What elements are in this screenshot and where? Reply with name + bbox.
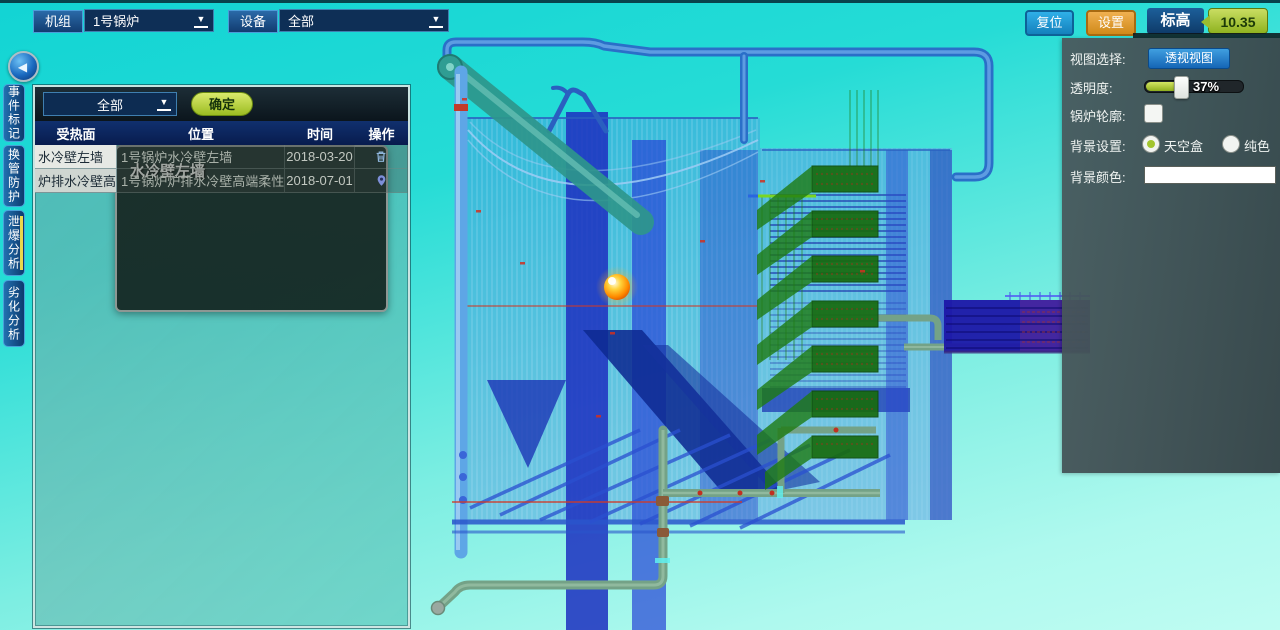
bg-color-swatch[interactable]: [1144, 166, 1276, 184]
opacity-value: 37%: [1193, 79, 1219, 94]
view-select-label: 视图选择:: [1070, 49, 1126, 68]
row-surface: 炉排水冷壁高端柔性管: [35, 169, 117, 193]
col-header-action: 操作: [355, 121, 408, 145]
opacity-label: 透明度:: [1070, 78, 1113, 97]
row-position: 1号锅炉炉排水冷壁高端柔性管: [117, 169, 285, 193]
filter-select[interactable]: 全部 ▼: [43, 92, 177, 116]
reset-button[interactable]: 复位: [1025, 10, 1074, 36]
boiler-body: [463, 112, 952, 630]
chevron-down-icon[interactable]: ▼: [157, 97, 171, 111]
opacity-slider-handle[interactable]: [1174, 76, 1189, 99]
bg-radio-0[interactable]: [1142, 135, 1160, 153]
event-list-panel: 全部 ▼ 确定 水冷壁左墙 受热面 位置 时间 操作 水冷壁左墙 1号锅炉水冷壁…: [33, 85, 410, 628]
col-header-surface: 受热面: [35, 121, 117, 145]
elevation-value: 10.35: [1208, 8, 1268, 34]
sidebar-tab-0[interactable]: 事件标记: [3, 84, 25, 142]
view-settings-panel: 视图选择: 透视视图 透明度: 37% 锅炉轮廓: 背景设置: 天空盒 纯色 背…: [1062, 38, 1280, 473]
settings-button[interactable]: 设置: [1086, 10, 1136, 36]
back-arrow-icon: ◀: [18, 61, 27, 73]
filter-select-value: 全部: [97, 95, 123, 114]
chevron-down-icon[interactable]: ▼: [194, 14, 208, 28]
top-edge-strip: [0, 0, 1280, 3]
unit-select[interactable]: 1号锅炉 ▼: [84, 9, 214, 32]
bg-radio-1-label[interactable]: 纯色: [1244, 136, 1270, 155]
perspective-view-button[interactable]: 透视视图: [1148, 48, 1230, 69]
row-date: 2018-07-01: [285, 169, 355, 193]
sidebar-tab-2[interactable]: 泄爆分析: [3, 210, 25, 276]
elevation-label: 标高: [1147, 8, 1204, 34]
unit-select-value: 1号锅炉: [93, 11, 139, 30]
locate-icon[interactable]: [355, 169, 408, 193]
outline-label: 锅炉轮廓:: [1070, 106, 1126, 125]
row-date: 2018-03-20: [285, 145, 355, 169]
table-row[interactable]: 炉排水冷壁高端柔性管 1号锅炉炉排水冷壁高端柔性管 2018-07-01: [35, 169, 408, 193]
confirm-button[interactable]: 确定: [191, 92, 253, 116]
row-position: 1号锅炉水冷壁左墙: [117, 145, 285, 169]
bg-radio-0-label[interactable]: 天空盒: [1164, 136, 1203, 155]
delete-icon[interactable]: [355, 145, 408, 169]
sidebar-tab-3[interactable]: 劣化分析: [3, 280, 25, 347]
background-label: 背景设置:: [1070, 136, 1126, 155]
chevron-down-icon[interactable]: ▼: [429, 14, 443, 28]
unit-label: 机组: [33, 10, 83, 33]
bg-color-label: 背景颜色:: [1070, 167, 1126, 186]
device-select-value: 全部: [288, 11, 314, 30]
device-select[interactable]: 全部 ▼: [279, 9, 449, 32]
sidebar-tab-1[interactable]: 换管防护: [3, 145, 25, 207]
table-row[interactable]: 水冷壁左墙 1号锅炉水冷壁左墙 2018-03-20: [35, 145, 408, 169]
opacity-slider[interactable]: 37%: [1144, 80, 1244, 93]
row-surface: 水冷壁左墙: [35, 145, 117, 169]
panel-header: 全部 ▼ 确定: [35, 87, 408, 122]
event-marker[interactable]: [596, 266, 638, 308]
back-button[interactable]: ◀: [8, 51, 39, 82]
device-label: 设备: [228, 10, 278, 33]
bg-radio-1[interactable]: [1222, 135, 1240, 153]
table-header: 受热面 位置 时间 操作: [35, 121, 408, 145]
outline-checkbox[interactable]: [1144, 104, 1163, 123]
col-header-time: 时间: [285, 121, 355, 145]
col-header-position: 位置: [117, 121, 285, 145]
